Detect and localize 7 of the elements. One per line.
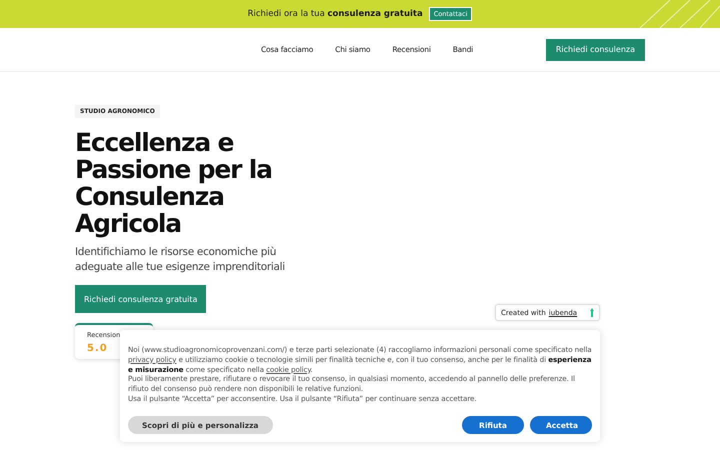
consultation-button[interactable]: Richiedi consulenza [546,38,645,60]
hero-title: Eccellenza e Passione per la Consulenza Agricola [75,129,273,237]
rating-value: 5.0 [87,343,108,354]
arrow-icon [590,308,594,317]
free-consultation-button[interactable]: Richiedi consulenza gratuita [75,285,206,313]
promo-text: Richiedi ora la tua consulenza gratuita [248,9,423,19]
hero-subtitle: Identifichiamo le risorse economiche più adeguate alle tue esigenze imprenditoriali [75,245,286,275]
